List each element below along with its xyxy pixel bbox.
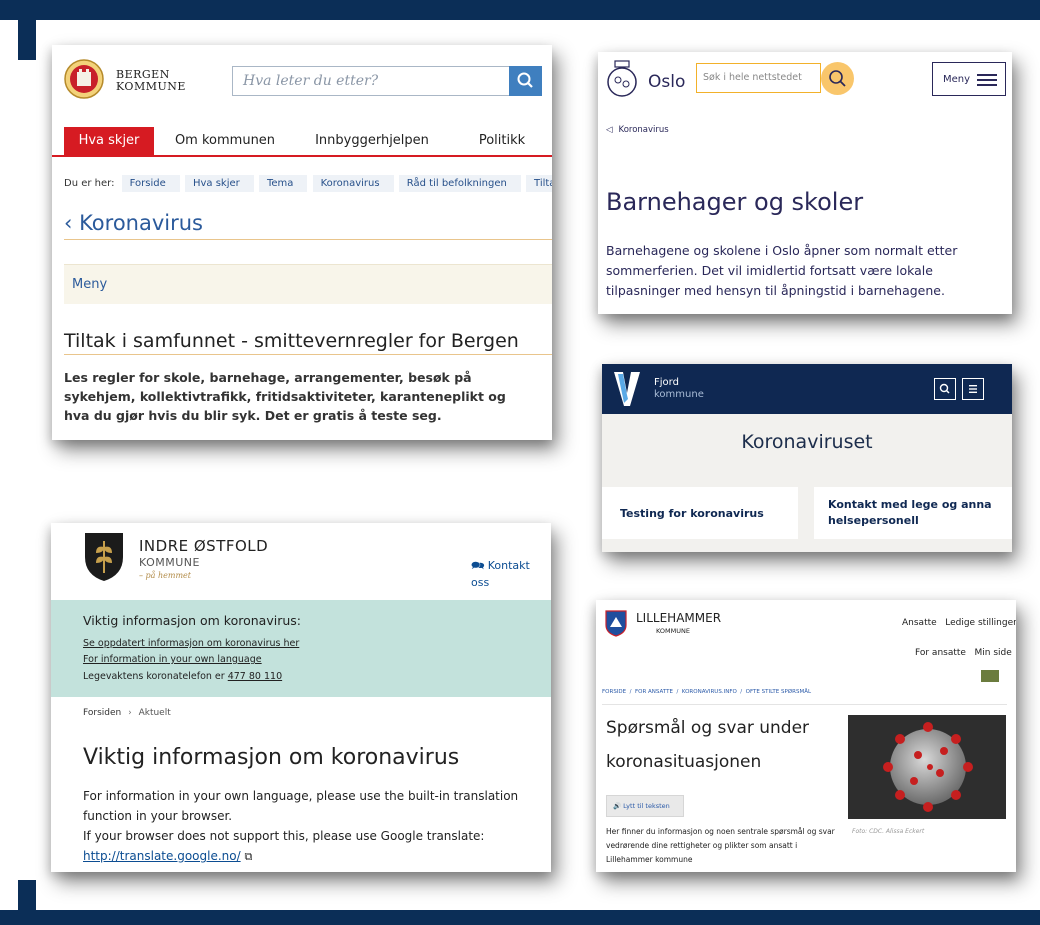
tab-hva-skjer[interactable]: Hva skjer (64, 127, 154, 155)
tab-innbyggerhjelpen[interactable]: Innbyggerhjelpen (302, 127, 442, 155)
lillehammer-screenshot: LILLEHAMMER KOMMUNE Ansatte Ledige still… (596, 600, 1016, 872)
breadcrumb: Forsiden › Aktuelt (83, 708, 171, 718)
breadcrumb-item[interactable]: Koronavirus (312, 175, 394, 192)
top-links[interactable]: Ansatte Ledige stillinger (902, 618, 1016, 628)
logo-line2: KOMMUNE (139, 556, 200, 569)
tab-om-kommunen[interactable]: Om kommunen (170, 127, 280, 155)
breadcrumb-separator: › (128, 708, 132, 718)
divider (64, 239, 552, 240)
indre-ostfold-shield-icon (85, 533, 123, 581)
tab-politikk[interactable]: Politikk (462, 127, 542, 155)
page-title: Viktig informasjon om koronavirus (83, 745, 460, 770)
logo-line1: Fjord (654, 377, 679, 388)
external-link-icon: ⧉ (244, 850, 253, 863)
breadcrumb[interactable]: ◁ Koronavirus (606, 125, 669, 135)
oslo-screenshot: Oslo Søk i hele nettstedet Meny ◁ Koronav… (598, 52, 1012, 314)
breadcrumb-item[interactable]: Forside (121, 175, 180, 192)
frame-left-accent-bottom (18, 880, 36, 910)
search-icon (517, 72, 533, 88)
image-caption: Foto: CDC. Alissa Eckert (852, 828, 925, 835)
lillehammer-crest-icon (605, 610, 627, 637)
listen-button[interactable]: 🔊 Lytt til teksten (606, 795, 684, 817)
coronavirus-image (848, 715, 1006, 819)
logo-line2: kommune (654, 389, 704, 400)
indre-ostfold-screenshot: INDRE ØSTFOLD KOMMUNE – på hemmet 🗪 Konta… (51, 523, 551, 872)
frame-bottom-bar (0, 910, 1040, 925)
chevron-left-icon: ◁ (606, 125, 613, 135)
logo-tagline: – på hemmet (139, 571, 191, 580)
oslo-logo-text[interactable]: Oslo (648, 72, 685, 92)
link-card-testing[interactable]: Testing for koronavirus (602, 487, 798, 539)
hamburger-icon (977, 74, 997, 86)
frame-top-bar (0, 0, 1040, 20)
body-text: If your browser does not support this, p… (83, 829, 485, 843)
menu-button[interactable] (962, 378, 984, 400)
breadcrumb-item[interactable]: Forsiden (83, 708, 121, 718)
alert-link-info[interactable]: Se oppdatert informasjon om koronavirus … (83, 638, 299, 649)
oslo-seal-icon (607, 60, 637, 97)
page-description: Les regler for skole, barnehage, arrange… (64, 370, 506, 423)
contact-link[interactable]: 🗪 Kontakt oss (471, 557, 551, 589)
translate-link[interactable]: http://translate.google.no/ (83, 849, 241, 863)
page-body: Barnehagene og skolene i Oslo åpner som … (606, 243, 958, 298)
alert-phone: Legevaktens koronatelefon er 477 80 110 (83, 671, 282, 682)
phone-prefix: Legevaktens koronatelefon er (83, 671, 225, 682)
page-title: Spørsmål og svar under koronasituasjonen (606, 718, 810, 772)
divider (602, 704, 1007, 705)
breadcrumb-item: Koronavirus (618, 125, 669, 135)
bergen-crest-icon (64, 59, 104, 99)
breadcrumb-item[interactable]: Råd til befolkningen (398, 175, 521, 192)
breadcrumb-item[interactable]: Tiltak i s (526, 175, 552, 192)
body-paragraph: For information in your own language, pl… (83, 789, 519, 823)
search-button[interactable] (934, 378, 956, 400)
search-icon (939, 383, 950, 394)
fjord-logo-icon (614, 372, 640, 406)
fjord-screenshot: Fjord kommune Koronaviruset Testing for … (602, 364, 1012, 552)
sub-links[interactable]: For ansatte Min side (915, 648, 1012, 658)
page-title: Barnehager og skoler (606, 188, 864, 216)
search-input[interactable]: Hva leter du etter? (232, 66, 510, 96)
search-button[interactable] (821, 62, 854, 95)
search-button[interactable] (509, 66, 542, 96)
phone-link[interactable]: 477 80 110 (228, 671, 282, 682)
body-paragraph: If your browser does not support this, p… (83, 826, 528, 867)
search-icon (829, 70, 846, 87)
breadcrumb-item: Aktuelt (138, 708, 171, 718)
alert-title: Viktig informasjon om koronavirus: (83, 613, 301, 628)
chat-icon: 🗪 (471, 559, 485, 572)
divider (64, 354, 552, 355)
breadcrumb-prefix: Du er her: (64, 178, 115, 189)
logo-line2: KOMMUNE (656, 627, 690, 635)
alert-link-language[interactable]: For information in your own language (83, 654, 262, 665)
search-input[interactable]: Søk i hele nettstedet (696, 63, 821, 93)
main-nav: Hva skjer Om kommunen Innbyggerhjelpen P… (52, 127, 552, 157)
menu-label: Meny (943, 74, 971, 85)
breadcrumb: Du er her: Forside Hva skjer Tema Korona… (64, 175, 552, 192)
frame-left-accent (18, 20, 36, 60)
fjord-logo-text: Fjord kommune (654, 377, 704, 401)
language-flag-icon[interactable] (981, 670, 999, 682)
breadcrumb-item[interactable]: Hva skjer (184, 175, 254, 192)
hamburger-icon (969, 385, 977, 393)
bergen-screenshot: BERGEN KOMMUNE Hva leter du etter? Hva s… (52, 45, 552, 440)
menu-toggle[interactable]: Meny (64, 264, 552, 304)
bergen-logo-text: BERGEN KOMMUNE (116, 69, 186, 93)
page-body: For information in your own language, pl… (83, 786, 528, 867)
breadcrumb[interactable]: FORSIDE / FOR ANSATTE / KORONAVIRUS.INFO… (602, 689, 811, 695)
link-card-kontakt[interactable]: Kontakt med lege og anna helsepersonell (814, 487, 1012, 539)
page-title: Koronaviruset (741, 431, 873, 453)
menu-button[interactable]: Meny (932, 62, 1006, 96)
logo-line1: INDRE ØSTFOLD (139, 537, 269, 555)
page-heading: Tiltak i samfunnet - smittevernregler fo… (64, 330, 519, 352)
breadcrumb-item[interactable]: Tema (258, 175, 308, 192)
logo-line1: LILLEHAMMER (636, 611, 722, 625)
page-body: Her finner du informasjon og noen sentra… (606, 827, 835, 864)
logo-line2: KOMMUNE (116, 80, 186, 93)
back-link-koronavirus[interactable]: ‹ Koronavirus (64, 211, 203, 235)
